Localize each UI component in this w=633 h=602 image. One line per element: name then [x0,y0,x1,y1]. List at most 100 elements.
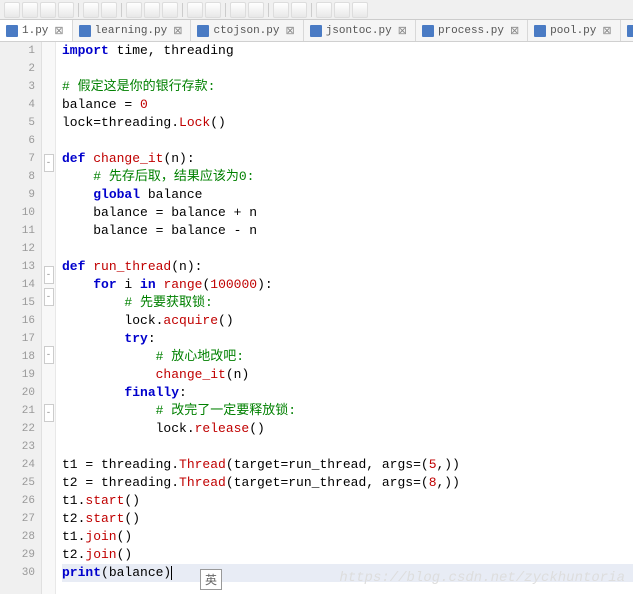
close-icon[interactable]: ⊠ [508,24,521,38]
save-icon [310,25,322,37]
code-line[interactable]: t1.join() [62,528,633,546]
fold-empty [42,458,55,476]
code-line[interactable]: t2.join() [62,546,633,564]
code-line[interactable]: import time, threading [62,42,633,60]
code-line[interactable]: lock.release() [62,420,633,438]
code-line[interactable]: balance = 0 [62,96,633,114]
fold-empty [42,440,55,458]
tab-pool-py[interactable]: pool.py ⊠ [528,20,620,41]
line-number: 24 [0,456,35,474]
line-number: 12 [0,240,35,258]
code-line[interactable]: balance = balance + n [62,204,633,222]
fold-empty [42,42,55,60]
fold-toggle[interactable]: - [44,266,54,284]
fold-empty [42,422,55,440]
code-line[interactable]: change_it(n) [62,366,633,384]
tab-learning-py[interactable]: learning.py⊠ [73,20,192,41]
tool-undo-icon[interactable] [187,2,203,18]
close-icon[interactable]: ⊠ [52,24,65,38]
tab-1-py[interactable]: 1.py ⊠ [0,20,73,41]
fold-empty [42,190,55,208]
fold-toggle[interactable]: - [44,404,54,422]
code-area[interactable]: import time, threading# 假定这是你的银行存款:balan… [56,42,633,594]
fold-empty [42,494,55,512]
line-number: 9 [0,186,35,204]
code-line[interactable]: # 假定这是你的银行存款: [62,78,633,96]
tool-save-icon[interactable] [40,2,56,18]
tool-stop-icon[interactable] [352,2,368,18]
close-icon[interactable]: ⊠ [600,24,613,38]
fold-gutter: - - - - - [42,42,56,594]
tool-print-icon[interactable] [101,2,117,18]
tool-copy-icon[interactable] [144,2,160,18]
tool-paste-icon[interactable] [162,2,178,18]
tool-zoomin-icon[interactable] [273,2,289,18]
code-line[interactable]: t1.start() [62,492,633,510]
fold-toggle[interactable]: - [44,154,54,172]
fold-toggle[interactable]: - [44,288,54,306]
line-number: 27 [0,510,35,528]
tab-label: process.py [438,25,504,37]
tab-process-py[interactable]: process.py ⊠ [416,20,528,41]
line-number: 20 [0,384,35,402]
close-icon[interactable]: ⊠ [171,24,184,38]
close-icon[interactable]: ⊠ [396,24,409,38]
line-number: 26 [0,492,35,510]
code-line[interactable] [62,60,633,78]
code-line[interactable]: global balance [62,186,633,204]
code-line[interactable]: # 放心地改吧: [62,348,633,366]
fold-empty [42,382,55,400]
code-line[interactable]: # 先要获取锁: [62,294,633,312]
toolbar-sep [182,3,183,17]
code-line[interactable] [62,240,633,258]
code-line[interactable]: t2.start() [62,510,633,528]
tool-saveall-icon[interactable] [58,2,74,18]
tab-ctojson-py[interactable]: ctojson.py⊠ [191,20,303,41]
code-line[interactable] [62,132,633,150]
line-gutter: 1234567891011121314151617181920212223242… [0,42,42,594]
line-number: 23 [0,438,35,456]
tabbar: 1.py⊠learning.py⊠ctojson.py⊠jsontoc.py⊠p… [0,20,633,42]
code-line[interactable]: lock=threading.Lock() [62,114,633,132]
tab-label: pool.py [550,25,596,37]
code-line[interactable]: try: [62,330,633,348]
save-icon [6,25,18,37]
fold-empty [42,548,55,566]
close-icon[interactable]: ⊠ [283,24,296,38]
tool-redo-icon[interactable] [205,2,221,18]
tab-jsontoc-py[interactable]: jsontoc.py⊠ [304,20,416,41]
fold-empty [42,60,55,78]
code-line[interactable] [62,438,633,456]
fold-empty [42,208,55,226]
tool-record-icon[interactable] [316,2,332,18]
fold-empty [42,244,55,262]
tab-label: 1.py [22,25,48,37]
line-number: 5 [0,114,35,132]
line-number: 30 [0,564,35,582]
tab-subpro-py[interactable]: subpro.py⊠ [621,20,633,41]
fold-toggle[interactable]: - [44,346,54,364]
tool-play-icon[interactable] [334,2,350,18]
code-line[interactable]: def run_thread(n): [62,258,633,276]
code-line[interactable]: def change_it(n): [62,150,633,168]
code-line[interactable]: t1 = threading.Thread(target=run_thread,… [62,456,633,474]
code-line[interactable]: finally: [62,384,633,402]
editor: 1234567891011121314151617181920212223242… [0,42,633,594]
tool-cut-icon[interactable] [126,2,142,18]
tool-close-icon[interactable] [83,2,99,18]
code-line[interactable]: balance = balance - n [62,222,633,240]
code-line[interactable]: t2 = threading.Thread(target=run_thread,… [62,474,633,492]
tool-replace-icon[interactable] [248,2,264,18]
toolbar [0,0,633,20]
tool-new-icon[interactable] [4,2,20,18]
code-line[interactable]: lock.acquire() [62,312,633,330]
tool-zoomout-icon[interactable] [291,2,307,18]
fold-empty [42,96,55,114]
line-number: 25 [0,474,35,492]
code-line[interactable]: # 改完了一定要释放锁: [62,402,633,420]
tool-open-icon[interactable] [22,2,38,18]
code-line[interactable]: for i in range(100000): [62,276,633,294]
code-line[interactable]: print(balance) [62,564,633,582]
tool-find-icon[interactable] [230,2,246,18]
code-line[interactable]: # 先存后取，结果应该为0: [62,168,633,186]
